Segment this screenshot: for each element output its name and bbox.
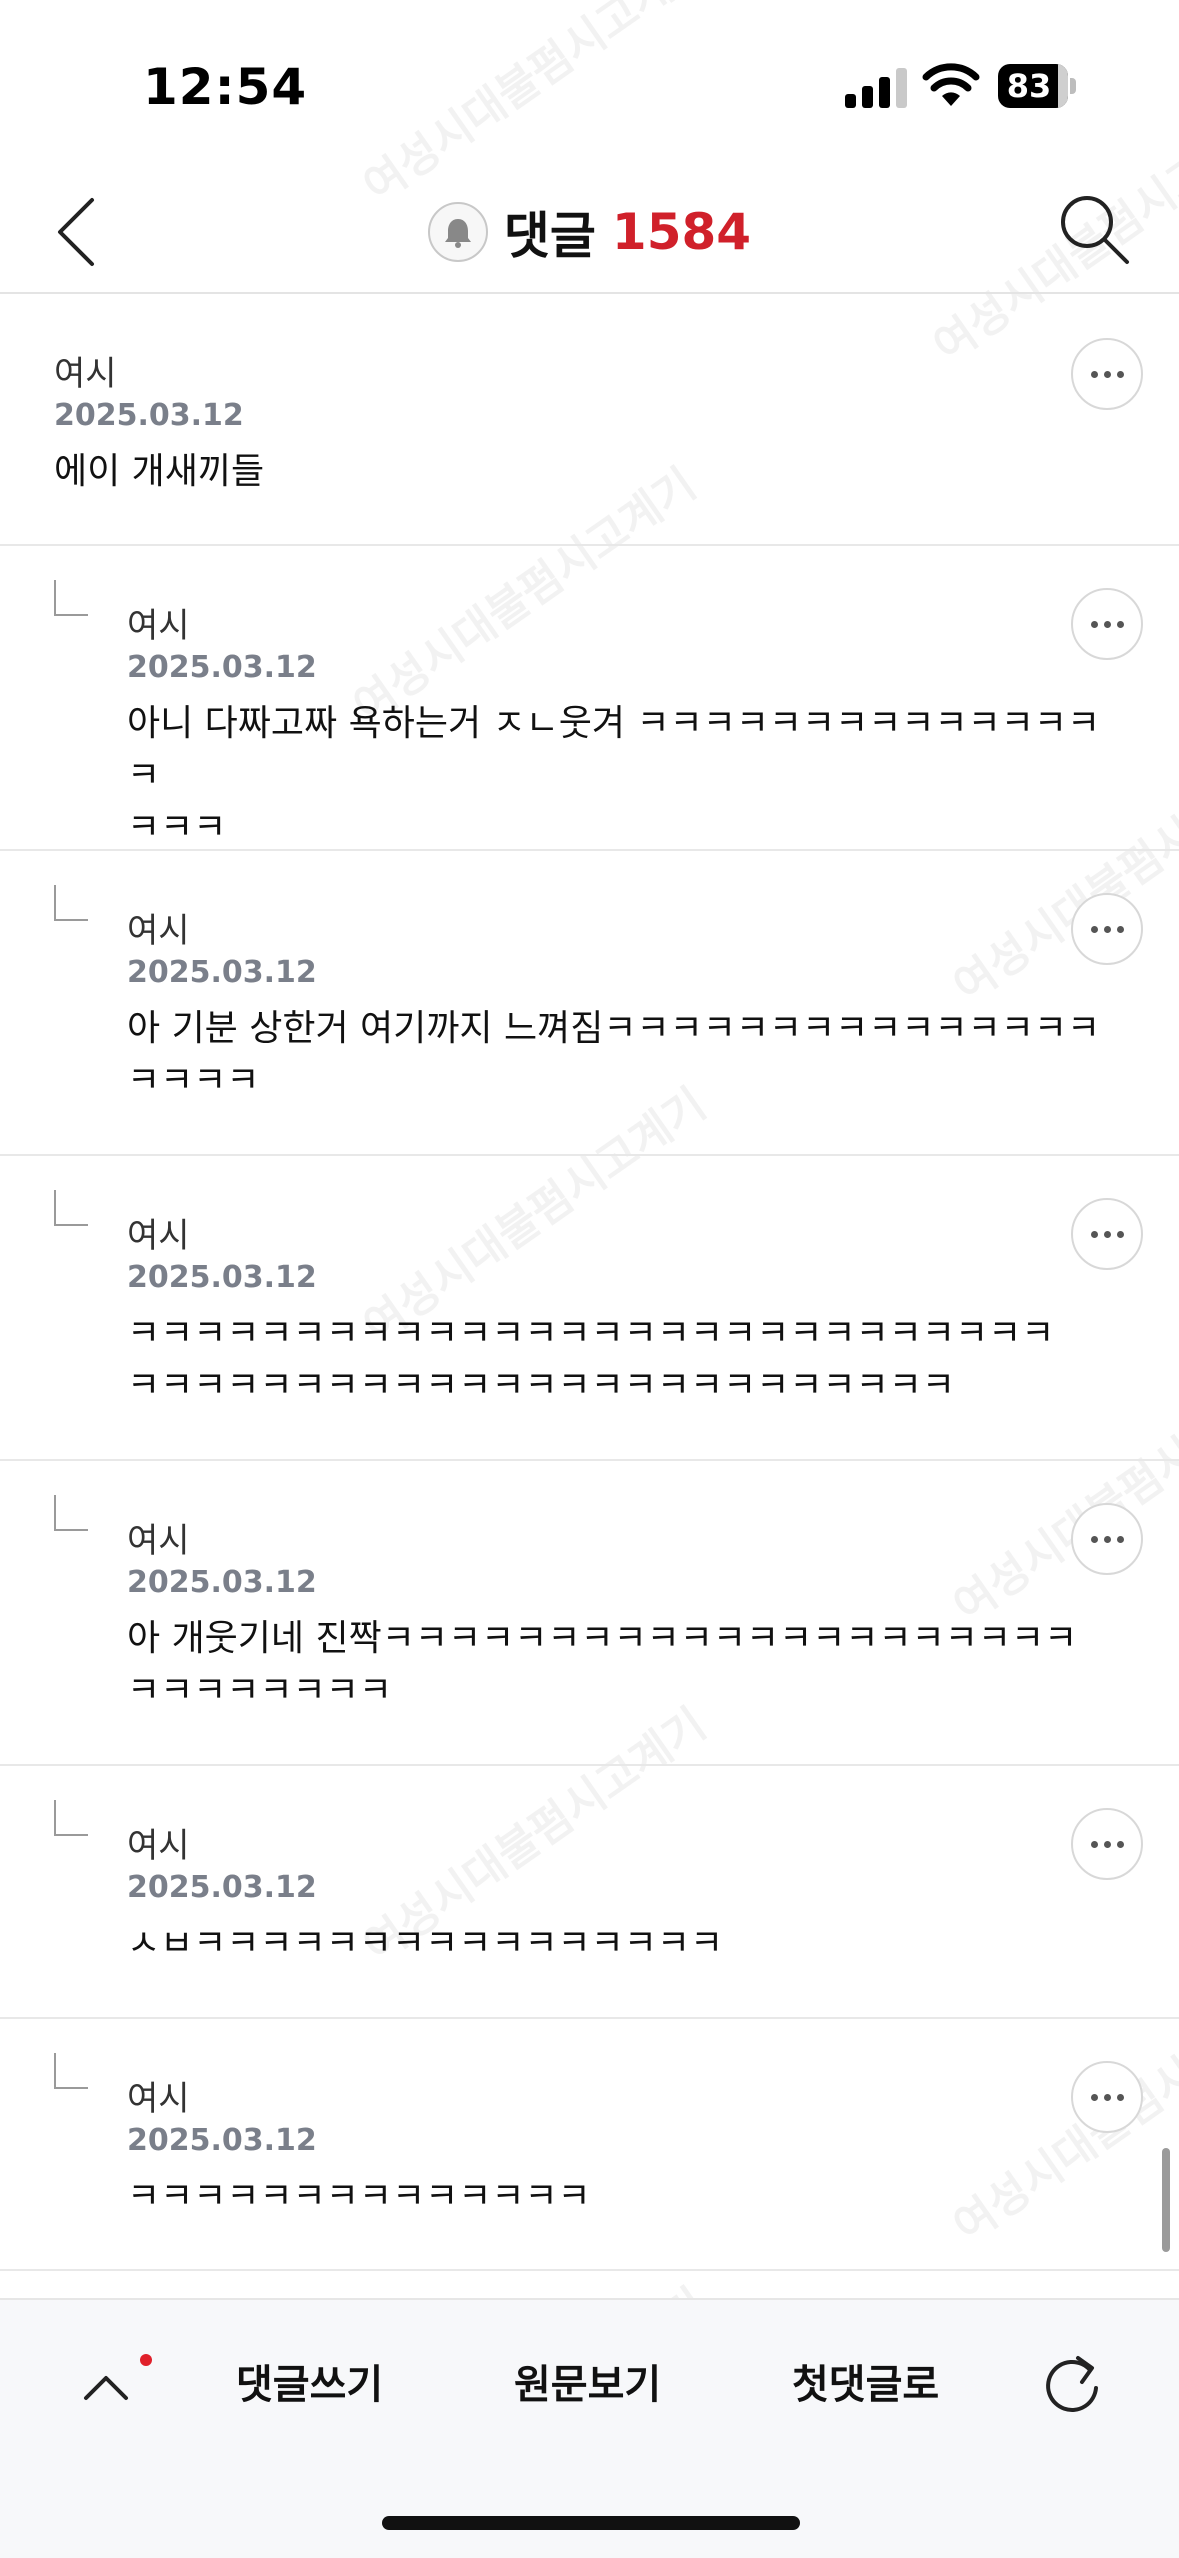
reply-icon bbox=[54, 580, 88, 616]
reply-item: 여시 2025.03.12 ㅅㅂㅋㅋㅋㅋㅋㅋㅋㅋㅋㅋㅋㅋㅋㅋㅋㅋ bbox=[0, 1766, 1179, 2019]
refresh-icon[interactable] bbox=[1040, 2348, 1104, 2418]
comment-count: 1584 bbox=[611, 203, 752, 261]
status-bar: 12:54 83 bbox=[0, 0, 1179, 172]
comment-author: 여시 bbox=[127, 606, 190, 646]
comment-text: ㅅㅂㅋㅋㅋㅋㅋㅋㅋㅋㅋㅋㅋㅋㅋㅋㅋㅋ bbox=[127, 1923, 724, 1964]
comment-author: 여시 bbox=[127, 911, 190, 951]
comment-author: 여시 bbox=[127, 1826, 190, 1866]
comment-date: 2025.03.12 bbox=[127, 1260, 317, 1295]
comment-date: 2025.03.12 bbox=[127, 1870, 317, 1905]
more-options-button[interactable] bbox=[1071, 893, 1143, 965]
cellular-signal-icon bbox=[845, 66, 909, 108]
battery-level: 83 bbox=[1006, 67, 1052, 105]
comment-date: 2025.03.12 bbox=[127, 955, 317, 990]
comment-text: 아 기분 상한거 여기까지 느껴짐ㅋㅋㅋㅋㅋㅋㅋㅋㅋㅋㅋㅋㅋㅋㅋ ㅋㅋㅋㅋ bbox=[127, 1008, 1101, 1101]
comment-text: ㅋㅋㅋㅋㅋㅋㅋㅋㅋㅋㅋㅋㅋㅋㅋㅋㅋㅋㅋㅋㅋㅋㅋㅋㅋㅋㅋㅋ ㅋㅋㅋㅋㅋㅋㅋㅋㅋㅋㅋ… bbox=[127, 1313, 1055, 1406]
header-title-group: 댓글 1584 bbox=[0, 172, 1179, 292]
status-time: 12:54 bbox=[143, 58, 308, 116]
scrollbar[interactable] bbox=[1162, 2148, 1170, 2252]
wifi-icon bbox=[922, 63, 980, 106]
bell-icon[interactable] bbox=[427, 202, 488, 262]
more-options-button[interactable] bbox=[1071, 1808, 1143, 1880]
battery-icon: 83 bbox=[998, 64, 1076, 108]
comment-date: 2025.03.12 bbox=[127, 650, 317, 685]
comment-text: 아 개웃기네 진짝ㅋㅋㅋㅋㅋㅋㅋㅋㅋㅋㅋㅋㅋㅋㅋㅋㅋㅋㅋㅋㅋ ㅋㅋㅋㅋㅋㅋㅋㅋ bbox=[127, 1618, 1078, 1711]
notification-dot bbox=[140, 2354, 152, 2366]
comment-author: 여시 bbox=[127, 1216, 190, 1256]
reply-item: 여시 2025.03.12 ㅋㅋㅋㅋㅋㅋㅋㅋㅋㅋㅋㅋㅋㅋㅋㅋㅋㅋㅋㅋㅋㅋㅋㅋㅋㅋ… bbox=[0, 1156, 1179, 1461]
comment-date: 2025.03.12 bbox=[127, 1565, 317, 1600]
more-options-button[interactable] bbox=[1071, 588, 1143, 660]
up-arrow-icon[interactable] bbox=[78, 2360, 134, 2416]
comment-date: 2025.03.12 bbox=[127, 2123, 317, 2158]
header: 댓글 1584 bbox=[0, 172, 1179, 294]
reply-item: 여시 2025.03.12 아 기분 상한거 여기까지 느껴짐ㅋㅋㅋㅋㅋㅋㅋㅋㅋ… bbox=[0, 851, 1179, 1156]
reply-item: 여시 2025.03.12 ㅋㅋㅋㅋㅋㅋㅋㅋㅋㅋㅋㅋㅋㅋ bbox=[0, 2019, 1179, 2271]
comment-author: 여시 bbox=[127, 2079, 190, 2119]
comment-author: 여시 bbox=[54, 354, 117, 394]
reply-icon bbox=[54, 885, 88, 921]
comment-text: 에이 개새끼들 bbox=[54, 451, 265, 492]
comment-author: 여시 bbox=[127, 1521, 190, 1561]
more-options-button[interactable] bbox=[1071, 338, 1143, 410]
reply-item: 여시 2025.03.12 아니 다짜고짜 욕하는거 ㅈㄴ웃겨 ㅋㅋㅋㅋㅋㅋㅋㅋ… bbox=[0, 546, 1179, 851]
write-comment-button[interactable]: 댓글쓰기 bbox=[236, 2352, 383, 2410]
page-title: 댓글 bbox=[503, 207, 596, 265]
reply-icon bbox=[54, 2053, 88, 2089]
reply-icon bbox=[54, 1495, 88, 1531]
comment-date: 2025.03.12 bbox=[54, 398, 244, 433]
more-options-button[interactable] bbox=[1071, 1503, 1143, 1575]
more-options-button[interactable] bbox=[1071, 2061, 1143, 2133]
view-original-button[interactable]: 원문보기 bbox=[514, 2352, 661, 2410]
more-options-button[interactable] bbox=[1071, 1198, 1143, 1270]
reply-item: 여시 2025.03.12 아 개웃기네 진짝ㅋㅋㅋㅋㅋㅋㅋㅋㅋㅋㅋㅋㅋㅋㅋㅋㅋ… bbox=[0, 1461, 1179, 1766]
reply-icon bbox=[54, 1190, 88, 1226]
comment-text: ㅋㅋㅋㅋㅋㅋㅋㅋㅋㅋㅋㅋㅋㅋ bbox=[127, 2176, 591, 2217]
first-comment-button[interactable]: 첫댓글로 bbox=[792, 2352, 939, 2410]
search-icon[interactable] bbox=[1055, 190, 1135, 270]
comment-text: 아니 다짜고짜 욕하는거 ㅈㄴ웃겨 ㅋㅋㅋㅋㅋㅋㅋㅋㅋㅋㅋㅋㅋㅋㅋ ㅋㅋㅋ bbox=[127, 703, 1101, 848]
home-indicator bbox=[382, 2516, 800, 2530]
reply-icon bbox=[54, 1800, 88, 1836]
comment-item: 여시 2025.03.12 에이 개새끼들 bbox=[0, 294, 1179, 546]
